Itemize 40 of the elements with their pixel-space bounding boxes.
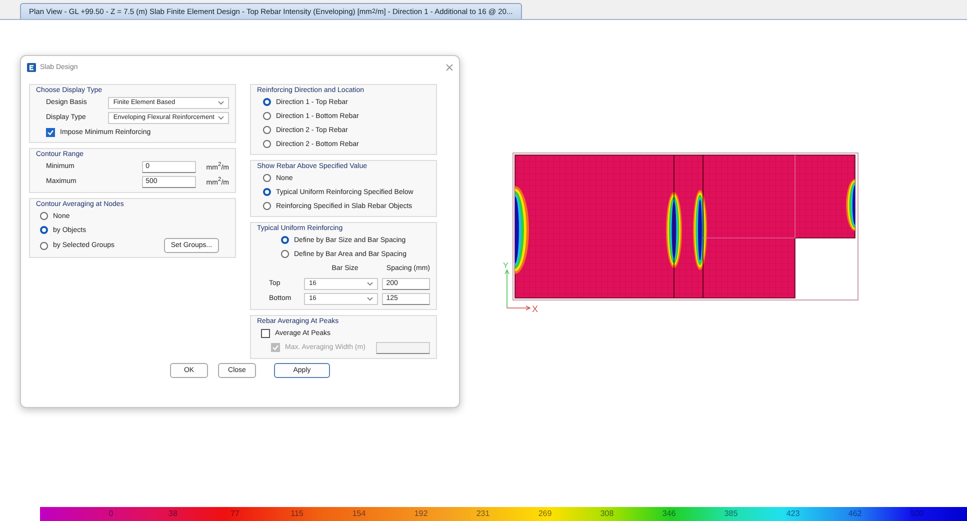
radio-button[interactable]: [281, 250, 289, 258]
caret-icon: [218, 100, 224, 104]
legend-value: 154: [351, 508, 367, 520]
radio-button[interactable]: [40, 226, 48, 234]
radio-button[interactable]: [263, 126, 271, 134]
caret-icon: [367, 282, 374, 286]
contour-band: [846, 179, 855, 231]
legend-value: 385: [723, 508, 739, 520]
x-axis-arrow: [506, 306, 531, 310]
caret-icon: [218, 116, 224, 120]
radio-button[interactable]: [263, 174, 271, 182]
input-field: [376, 342, 430, 354]
legend-value: 115: [290, 508, 304, 520]
legend-value: 38: [168, 508, 178, 520]
legend-value: 346: [661, 508, 677, 520]
legend-value: 462: [847, 508, 863, 520]
caret-icon: [367, 296, 374, 300]
legend-value: 231: [475, 508, 491, 520]
app-icon: [27, 62, 36, 72]
radio-button[interactable]: [40, 242, 48, 250]
checkbox[interactable]: [46, 128, 55, 136]
radio-button[interactable]: [263, 202, 271, 210]
radio-button[interactable]: [263, 140, 271, 148]
radio-button[interactable]: [281, 236, 289, 244]
y-axis-arrow: [504, 269, 510, 308]
radio-button[interactable]: [263, 98, 271, 106]
checkbox[interactable]: [261, 328, 270, 338]
radio-button[interactable]: [40, 212, 48, 220]
radio-button[interactable]: [263, 112, 271, 120]
axis-label: X: [532, 304, 538, 314]
legend-value: 308: [599, 508, 615, 520]
legend-value: 269: [537, 508, 553, 520]
legend-value: 500: [909, 508, 925, 520]
legend-value: 192: [413, 508, 429, 520]
axis-label: Y: [503, 261, 508, 270]
legend-value: 423: [785, 508, 801, 520]
radio-button[interactable]: [263, 188, 271, 196]
close-icon[interactable]: [446, 64, 453, 70]
legend-value: 77: [230, 508, 240, 520]
legend-value: 0: [108, 508, 114, 520]
